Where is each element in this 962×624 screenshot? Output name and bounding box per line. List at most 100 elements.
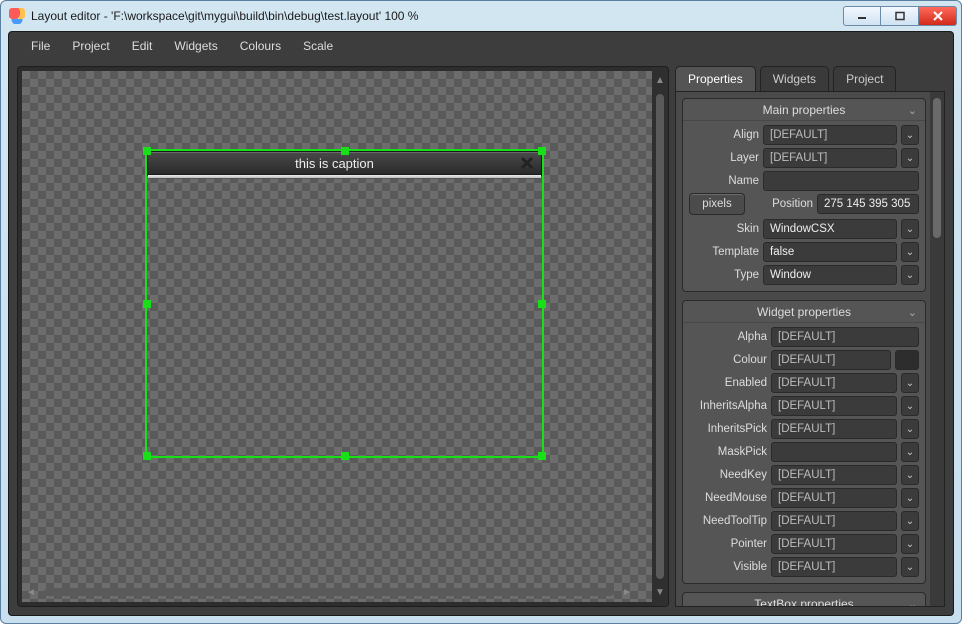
menu-edit[interactable]: Edit bbox=[124, 35, 161, 57]
canvas-vscroll[interactable]: ▲ ▼ bbox=[652, 67, 668, 606]
resize-handle-br[interactable] bbox=[538, 452, 546, 460]
inherits-pick-field[interactable]: [DEFAULT] bbox=[771, 419, 897, 439]
chevron-up-icon: ▲ bbox=[655, 75, 665, 86]
name-field[interactable] bbox=[763, 171, 919, 191]
dropdown-icon[interactable]: ⌄ bbox=[901, 125, 919, 145]
chevron-left-icon: ◄ bbox=[26, 587, 36, 598]
prop-need-tooltip: NeedToolTip[DEFAULT]⌄ bbox=[689, 511, 919, 531]
prop-inherits-pick: InheritsPick[DEFAULT]⌄ bbox=[689, 419, 919, 439]
widget-caption: this is caption bbox=[152, 156, 517, 171]
menubar: File Project Edit Widgets Colours Scale bbox=[9, 32, 953, 60]
layer-field[interactable]: [DEFAULT] bbox=[763, 148, 897, 168]
prop-layer: Layer [DEFAULT] ⌄ bbox=[689, 148, 919, 168]
dropdown-icon[interactable]: ⌄ bbox=[901, 534, 919, 554]
chevron-right-icon: ► bbox=[622, 587, 632, 598]
prop-colour: Colour[DEFAULT] bbox=[689, 350, 919, 370]
menu-file[interactable]: File bbox=[23, 35, 58, 57]
menu-scale[interactable]: Scale bbox=[295, 35, 341, 57]
dropdown-icon[interactable]: ⌄ bbox=[901, 242, 919, 262]
section-title: TextBox properties bbox=[754, 597, 853, 607]
app-window: Layout editor - 'F:\workspace\git\mygui\… bbox=[0, 0, 962, 624]
tab-properties[interactable]: Properties bbox=[675, 66, 756, 91]
dropdown-icon[interactable]: ⌄ bbox=[901, 557, 919, 577]
menu-colours[interactable]: Colours bbox=[232, 35, 289, 57]
colour-swatch[interactable] bbox=[895, 350, 919, 370]
prop-alpha: Alpha[DEFAULT] bbox=[689, 327, 919, 347]
window-controls bbox=[843, 6, 957, 26]
mask-pick-field[interactable] bbox=[771, 442, 897, 462]
alpha-field[interactable]: [DEFAULT] bbox=[771, 327, 919, 347]
section-header[interactable]: Main properties ⌄ bbox=[683, 99, 925, 121]
section-title: Main properties bbox=[763, 103, 846, 117]
dropdown-icon[interactable]: ⌄ bbox=[901, 219, 919, 239]
dropdown-icon[interactable]: ⌄ bbox=[901, 442, 919, 462]
dropdown-icon[interactable]: ⌄ bbox=[901, 419, 919, 439]
side-scroll-thumb[interactable] bbox=[933, 98, 941, 238]
align-field[interactable]: [DEFAULT] bbox=[763, 125, 897, 145]
tab-widgets[interactable]: Widgets bbox=[760, 66, 829, 91]
resize-handle-bl[interactable] bbox=[143, 452, 151, 460]
canvas-panel: this is caption bbox=[17, 66, 669, 607]
canvas-hscroll[interactable]: ◄ ► bbox=[26, 586, 632, 598]
vscroll-thumb[interactable] bbox=[656, 94, 664, 579]
widget-close-icon[interactable] bbox=[517, 154, 537, 172]
prop-position: Position 275 145 395 305 bbox=[755, 194, 919, 214]
dropdown-icon[interactable]: ⌄ bbox=[901, 265, 919, 285]
resize-handle-tr[interactable] bbox=[538, 147, 546, 155]
chevron-down-icon: ▼ bbox=[655, 587, 665, 598]
section-header[interactable]: Widget properties ⌄ bbox=[683, 301, 925, 323]
dropdown-icon[interactable]: ⌄ bbox=[901, 511, 919, 531]
dropdown-icon[interactable]: ⌄ bbox=[901, 488, 919, 508]
close-button[interactable] bbox=[919, 6, 957, 26]
app-body: File Project Edit Widgets Colours Scale … bbox=[8, 31, 954, 616]
chevron-down-icon: ⌄ bbox=[908, 598, 917, 606]
prop-need-key: NeedKey[DEFAULT]⌄ bbox=[689, 465, 919, 485]
prop-pointer: Pointer[DEFAULT]⌄ bbox=[689, 534, 919, 554]
prop-inherits-alpha: InheritsAlpha[DEFAULT]⌄ bbox=[689, 396, 919, 416]
template-field[interactable]: false bbox=[763, 242, 897, 262]
selection-frame[interactable]: this is caption bbox=[147, 151, 542, 456]
dropdown-icon[interactable]: ⌄ bbox=[901, 396, 919, 416]
resize-handle-t[interactable] bbox=[341, 147, 349, 155]
section-main-properties: Main properties ⌄ Align [DEFAULT] ⌄ bbox=[682, 98, 926, 292]
need-key-field[interactable]: [DEFAULT] bbox=[771, 465, 897, 485]
maximize-button[interactable] bbox=[881, 6, 919, 26]
tab-project[interactable]: Project bbox=[833, 66, 896, 91]
dropdown-icon[interactable]: ⌄ bbox=[901, 148, 919, 168]
pixels-button[interactable]: pixels bbox=[689, 193, 745, 215]
resize-handle-b[interactable] bbox=[341, 452, 349, 460]
prop-enabled: Enabled[DEFAULT]⌄ bbox=[689, 373, 919, 393]
menu-project[interactable]: Project bbox=[64, 35, 117, 57]
side-tabs: Properties Widgets Project bbox=[675, 66, 945, 92]
dropdown-icon[interactable]: ⌄ bbox=[901, 465, 919, 485]
type-field[interactable]: Window bbox=[763, 265, 897, 285]
section-title: Widget properties bbox=[757, 305, 851, 319]
side-scrollbar[interactable] bbox=[930, 92, 944, 606]
prop-visible: Visible[DEFAULT]⌄ bbox=[689, 557, 919, 577]
skin-field[interactable]: WindowCSX bbox=[763, 219, 897, 239]
position-field[interactable]: 275 145 395 305 bbox=[817, 194, 919, 214]
properties-body: Main properties ⌄ Align [DEFAULT] ⌄ bbox=[676, 92, 930, 606]
minimize-button[interactable] bbox=[843, 6, 881, 26]
enabled-field[interactable]: [DEFAULT] bbox=[771, 373, 897, 393]
hscroll-thumb[interactable] bbox=[44, 588, 614, 596]
menu-widgets[interactable]: Widgets bbox=[166, 35, 225, 57]
layout-canvas[interactable]: this is caption bbox=[22, 71, 652, 602]
resize-handle-r[interactable] bbox=[538, 300, 546, 308]
side-panel: Properties Widgets Project Main properti… bbox=[675, 66, 945, 607]
resize-handle-tl[interactable] bbox=[143, 147, 151, 155]
dropdown-icon[interactable]: ⌄ bbox=[901, 373, 919, 393]
prop-name: Name bbox=[689, 171, 919, 191]
visible-field[interactable]: [DEFAULT] bbox=[771, 557, 897, 577]
resize-handle-l[interactable] bbox=[143, 300, 151, 308]
need-mouse-field[interactable]: [DEFAULT] bbox=[771, 488, 897, 508]
inherits-alpha-field[interactable]: [DEFAULT] bbox=[771, 396, 897, 416]
prop-need-mouse: NeedMouse[DEFAULT]⌄ bbox=[689, 488, 919, 508]
need-tooltip-field[interactable]: [DEFAULT] bbox=[771, 511, 897, 531]
app-icon bbox=[9, 8, 25, 24]
colour-field[interactable]: [DEFAULT] bbox=[771, 350, 891, 370]
section-header[interactable]: TextBox properties ⌄ bbox=[683, 593, 925, 606]
prop-skin: Skin WindowCSX ⌄ bbox=[689, 219, 919, 239]
os-titlebar[interactable]: Layout editor - 'F:\workspace\git\mygui\… bbox=[1, 1, 961, 31]
pointer-field[interactable]: [DEFAULT] bbox=[771, 534, 897, 554]
